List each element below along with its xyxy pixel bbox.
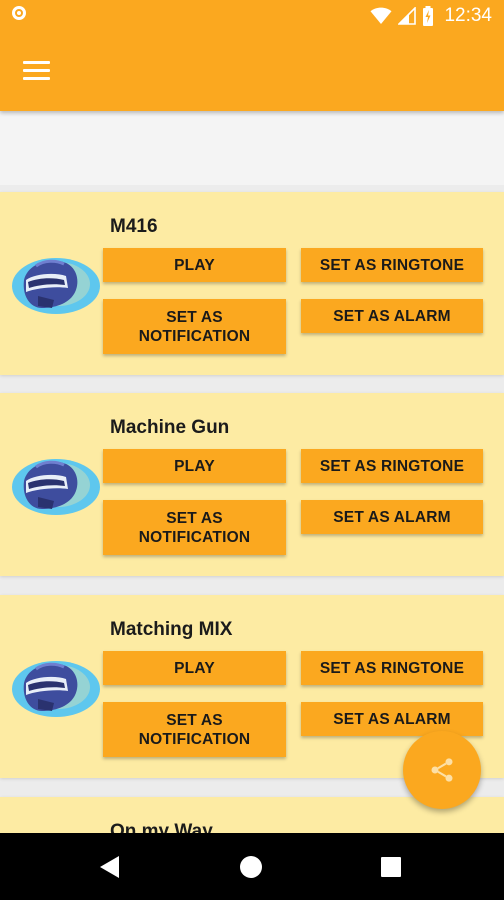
- card-title: M416: [110, 216, 158, 237]
- set-notification-button[interactable]: SET AS NOTIFICATION: [103, 299, 286, 354]
- helmet-icon: [12, 258, 100, 314]
- play-button[interactable]: PLAY: [103, 449, 286, 483]
- back-button[interactable]: [70, 833, 150, 900]
- banner-area: [0, 111, 504, 185]
- set-alarm-button[interactable]: SET AS ALARM: [301, 299, 483, 333]
- play-button[interactable]: PLAY: [103, 651, 286, 685]
- home-icon: [240, 855, 262, 878]
- set-alarm-button[interactable]: SET AS ALARM: [301, 702, 483, 736]
- home-button[interactable]: [211, 833, 291, 900]
- set-notification-button[interactable]: SET AS NOTIFICATION: [103, 702, 286, 757]
- button-label: SET AS: [166, 509, 223, 527]
- button-label: SET AS: [166, 308, 223, 326]
- recents-icon: [381, 856, 401, 877]
- signal-icon: [398, 7, 417, 25]
- helmet-icon: [12, 459, 100, 515]
- sound-card: Machine Gun PLAY SET AS RINGTONE SET AS N…: [0, 393, 504, 576]
- share-button[interactable]: [403, 731, 481, 809]
- button-label: SET AS: [166, 711, 223, 729]
- button-label: NOTIFICATION: [138, 730, 251, 748]
- card-title: Machine Gun: [110, 417, 230, 438]
- back-icon: [100, 855, 119, 878]
- card-title: Matching MIX: [110, 619, 233, 640]
- set-ringtone-button[interactable]: SET AS RINGTONE: [301, 651, 483, 685]
- play-button[interactable]: PLAY: [103, 248, 286, 282]
- battery-icon: [423, 6, 434, 26]
- set-ringtone-button[interactable]: SET AS RINGTONE: [301, 449, 483, 483]
- navigation-bar: [0, 833, 504, 900]
- status-clock: 12:34: [444, 5, 492, 26]
- set-ringtone-button[interactable]: SET AS RINGTONE: [301, 248, 483, 282]
- app-bar: 12:34: [0, 0, 504, 111]
- sound-card: M416 PLAY SET AS RINGTONE SET AS NOTIFICA…: [0, 192, 504, 375]
- button-label: NOTIFICATION: [138, 327, 251, 345]
- set-alarm-button[interactable]: SET AS ALARM: [301, 500, 483, 534]
- recents-button[interactable]: [351, 833, 431, 900]
- set-notification-button[interactable]: SET AS NOTIFICATION: [103, 500, 286, 555]
- status-bar: 12:34: [0, 0, 504, 34]
- notification-dot-icon: [12, 6, 26, 20]
- menu-icon[interactable]: [23, 61, 50, 81]
- status-icons: 12:34: [370, 3, 492, 29]
- button-label: NOTIFICATION: [138, 528, 251, 546]
- helmet-icon: [12, 661, 100, 717]
- share-icon: [431, 758, 453, 782]
- wifi-icon: [370, 7, 392, 24]
